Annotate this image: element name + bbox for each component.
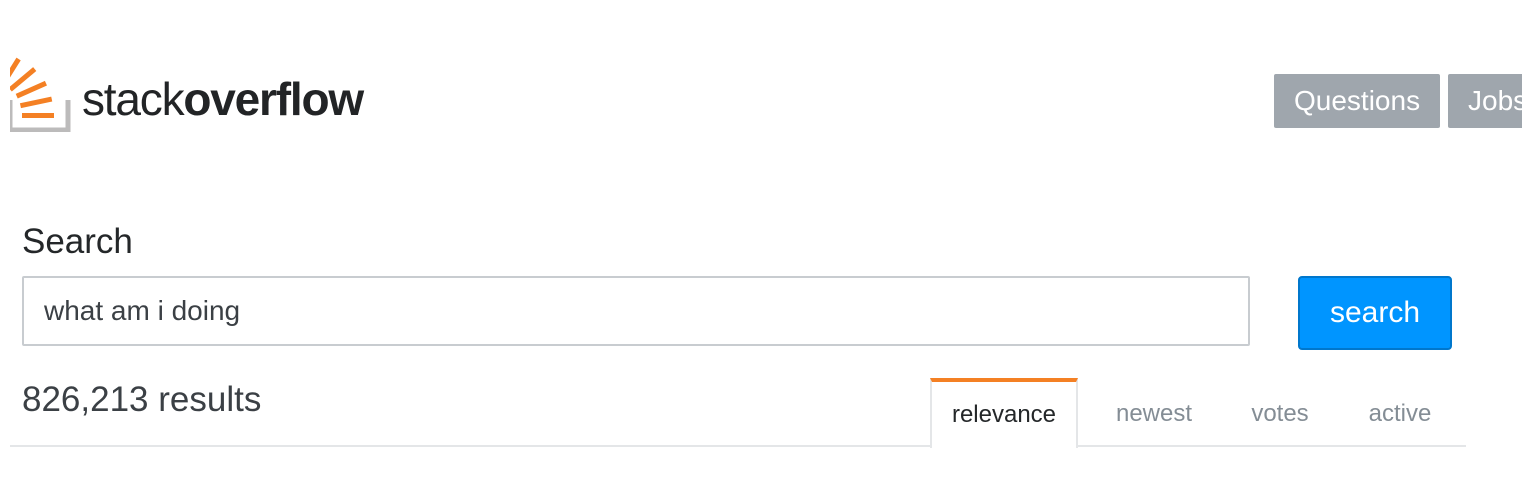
logo-wordmark: stackoverflow xyxy=(82,73,364,125)
tab-active[interactable]: active xyxy=(1340,378,1460,447)
nav-questions-button[interactable]: Questions xyxy=(1274,74,1440,128)
tab-newest[interactable]: newest xyxy=(1090,378,1218,447)
stackoverflow-logo-icon xyxy=(10,57,71,132)
page: stackoverflow Questions Jobs Search sear… xyxy=(0,0,1522,502)
search-button[interactable]: search xyxy=(1298,276,1452,350)
logo-text-bold: overflow xyxy=(183,73,364,125)
tab-relevance[interactable]: relevance xyxy=(930,378,1078,448)
results-count: 826,213 results xyxy=(22,380,262,419)
nav-jobs-button[interactable]: Jobs xyxy=(1448,74,1522,128)
search-input[interactable] xyxy=(22,276,1250,346)
search-heading: Search xyxy=(22,222,133,261)
tab-votes[interactable]: votes xyxy=(1220,378,1340,447)
logo-text-light: stack xyxy=(82,73,185,125)
